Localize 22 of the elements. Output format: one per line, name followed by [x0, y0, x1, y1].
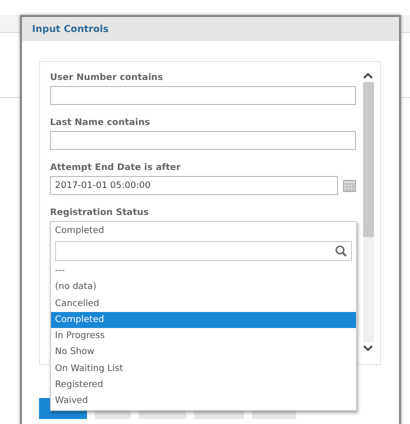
dropdown-option[interactable]: Waived — [51, 393, 356, 410]
dropdown-option[interactable]: (no data) — [51, 279, 356, 296]
search-field[interactable] — [55, 241, 352, 261]
input-field[interactable] — [50, 131, 356, 150]
field-label: Attempt End Date is after — [50, 162, 181, 174]
dropdown-option[interactable]: In Progress — [51, 328, 356, 344]
dropdown-option[interactable]: On Waiting List — [51, 360, 356, 378]
dropdown-option[interactable]: Cancelled — [51, 296, 356, 312]
selected-value: Completed — [54, 225, 106, 238]
dropdown-option[interactable]: Registered — [51, 377, 356, 394]
input-field[interactable] — [50, 86, 356, 105]
dropdown-option[interactable]: No Show — [51, 344, 356, 361]
field-label: Registration Status — [50, 207, 149, 219]
field-label: User Number contains — [50, 72, 163, 84]
dropdown-option[interactable]: --- — [51, 263, 356, 280]
field-label: Last Name contains — [50, 117, 150, 129]
input-field[interactable]: 2017-01-01 05:00:00 — [50, 176, 338, 195]
calendar-icon[interactable] — [343, 180, 356, 192]
dropdown-option[interactable]: Completed — [51, 312, 356, 328]
search-icon[interactable] — [335, 245, 347, 257]
scroll-bar[interactable] — [362, 72, 374, 352]
window-title: Input Controls — [32, 24, 109, 34]
